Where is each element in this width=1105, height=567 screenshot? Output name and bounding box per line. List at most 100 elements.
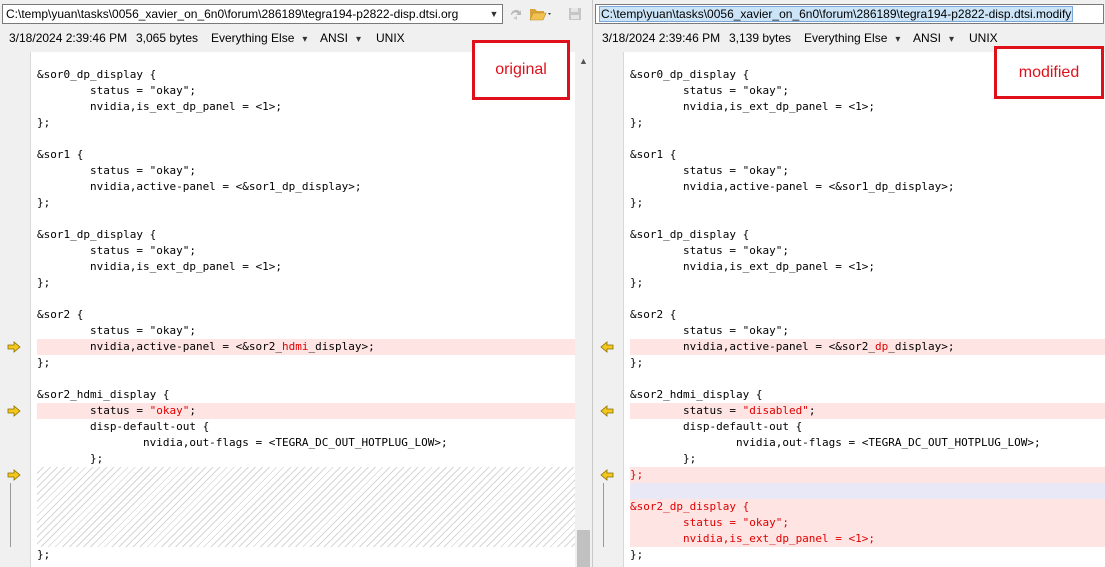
code-line: }; bbox=[37, 548, 51, 561]
code-line: }; bbox=[630, 356, 644, 369]
diff-line: status = "okay"; bbox=[630, 515, 1105, 531]
right-size: 3,139 bytes bbox=[729, 31, 792, 45]
left-editor[interactable]: &sor0_dp_display { status = "okay"; nvid… bbox=[0, 52, 575, 567]
left-date: 3/18/2024 2:39:46 PM bbox=[9, 31, 128, 45]
right-filter-dropdown[interactable]: Everything Else bbox=[804, 28, 900, 50]
open-folder-icon[interactable] bbox=[528, 5, 554, 23]
right-encoding-dropdown[interactable]: ANSI bbox=[913, 28, 954, 50]
code-line: status = "okay"; bbox=[630, 244, 789, 257]
missing-lines-placeholder bbox=[37, 467, 575, 547]
diff-arrow-icon[interactable] bbox=[600, 469, 614, 481]
code-line: nvidia,is_ext_dp_panel = <1>; bbox=[630, 100, 876, 113]
diff-line: &sor2_dp_display { bbox=[630, 499, 1105, 515]
diff-line: nvidia,is_ext_dp_panel = <1>; bbox=[630, 531, 1105, 547]
code-line: nvidia,is_ext_dp_panel = <1>; bbox=[37, 260, 283, 273]
right-editor[interactable]: &sor0_dp_display { status = "okay"; nvid… bbox=[593, 52, 1105, 567]
diff-arrow-icon[interactable] bbox=[600, 405, 614, 417]
modified-callout: modified bbox=[994, 46, 1104, 99]
left-gutter bbox=[0, 52, 31, 567]
left-encoding-dropdown[interactable]: ANSI bbox=[320, 28, 361, 50]
changed-text: dp bbox=[875, 340, 889, 353]
diff-line: status = "okay"; bbox=[37, 403, 575, 419]
left-file-pane: C:\temp\yuan\tasks\0056_xavier_on_6n0\fo… bbox=[0, 0, 592, 567]
chevron-down-icon[interactable]: ▼ bbox=[486, 5, 502, 23]
diff-arrow-icon[interactable] bbox=[7, 405, 21, 417]
code-line: nvidia,active-panel = <&sor1_dp_display>… bbox=[630, 180, 955, 193]
code-line: disp-default-out { bbox=[37, 420, 210, 433]
code-line: nvidia,out-flags = <TEGRA_DC_OUT_HOTPLUG… bbox=[630, 436, 1041, 449]
code-line: status = "okay"; bbox=[37, 324, 196, 337]
right-gutter bbox=[593, 52, 624, 567]
code-line: nvidia,out-flags = <TEGRA_DC_OUT_HOTPLUG… bbox=[37, 436, 448, 449]
code-line: &sor2 { bbox=[630, 308, 677, 321]
scroll-up-icon[interactable]: ▲ bbox=[575, 54, 592, 68]
right-path-combo[interactable]: C:\temp\yuan\tasks\0056_xavier_on_6n0\fo… bbox=[595, 4, 1104, 24]
code-line: status = "okay"; bbox=[630, 164, 789, 177]
code-line: &sor2 { bbox=[37, 308, 84, 321]
code-line: &sor1_dp_display { bbox=[630, 228, 750, 241]
code-line: }; bbox=[630, 116, 644, 129]
changed-text: "disabled" bbox=[742, 404, 809, 417]
code-line: status = "okay"; bbox=[37, 244, 196, 257]
changed-text: hdmi bbox=[282, 340, 309, 353]
code-line: nvidia,is_ext_dp_panel = <1>; bbox=[37, 100, 283, 113]
code-line: &sor1 { bbox=[630, 148, 677, 161]
diff-block-bracket bbox=[10, 483, 11, 547]
code-line: &sor2_hdmi_display { bbox=[630, 388, 763, 401]
right-date: 3/18/2024 2:39:46 PM bbox=[602, 31, 721, 45]
right-file-pane: C:\temp\yuan\tasks\0056_xavier_on_6n0\fo… bbox=[592, 0, 1105, 567]
right-eol[interactable]: UNIX bbox=[969, 28, 998, 48]
code-line: }; bbox=[630, 548, 644, 561]
right-info-bar: 3/18/2024 2:39:46 PM 3,139 bytes Everyth… bbox=[593, 28, 1105, 48]
save-icon[interactable] bbox=[566, 5, 584, 23]
diff-line: status = "disabled"; bbox=[630, 403, 1105, 419]
diff-line: }; bbox=[630, 467, 1105, 483]
diff-gap-line bbox=[630, 483, 1105, 499]
code-line: }; bbox=[37, 276, 51, 289]
diff-arrow-icon[interactable] bbox=[7, 341, 21, 353]
code-line: status = "okay"; bbox=[630, 324, 789, 337]
code-line: }; bbox=[630, 452, 697, 465]
code-line: &sor2_hdmi_display { bbox=[37, 388, 170, 401]
code-line: }; bbox=[37, 452, 104, 465]
original-callout: original bbox=[472, 40, 570, 100]
left-filter-dropdown[interactable]: Everything Else bbox=[211, 28, 307, 50]
code-line: }; bbox=[37, 116, 51, 129]
code-line: &sor1_dp_display { bbox=[37, 228, 157, 241]
left-path-text: C:\temp\yuan\tasks\0056_xavier_on_6n0\fo… bbox=[6, 7, 459, 21]
code-line: nvidia,is_ext_dp_panel = <1>; bbox=[630, 260, 876, 273]
left-size: 3,065 bytes bbox=[136, 31, 199, 45]
modified-callout-label: modified bbox=[1018, 63, 1080, 81]
left-scrollbar[interactable]: ▲ bbox=[575, 52, 592, 567]
code-line: }; bbox=[630, 196, 644, 209]
sync-icon[interactable] bbox=[507, 5, 525, 23]
code-line: }; bbox=[630, 276, 644, 289]
diff-line: nvidia,active-panel = <&sor2_hdmi_displa… bbox=[37, 339, 575, 355]
left-eol[interactable]: UNIX bbox=[376, 28, 405, 48]
code-line: disp-default-out { bbox=[630, 420, 803, 433]
left-path-combo[interactable]: C:\temp\yuan\tasks\0056_xavier_on_6n0\fo… bbox=[2, 4, 503, 24]
left-scroll-thumb[interactable] bbox=[577, 530, 590, 567]
right-path-text: C:\temp\yuan\tasks\0056_xavier_on_6n0\fo… bbox=[599, 6, 1074, 22]
code-line: nvidia,active-panel = <&sor1_dp_display>… bbox=[37, 180, 362, 193]
code-line: }; bbox=[37, 356, 51, 369]
code-line: &sor1 { bbox=[37, 148, 84, 161]
diff-block-bracket bbox=[603, 483, 604, 547]
diff-arrow-icon[interactable] bbox=[7, 469, 21, 481]
code-line: status = "okay"; bbox=[37, 164, 196, 177]
original-callout-label: original bbox=[495, 61, 547, 78]
left-code-area[interactable]: &sor0_dp_display { status = "okay"; nvid… bbox=[37, 52, 575, 567]
changed-text: "okay" bbox=[149, 404, 190, 417]
code-line: }; bbox=[37, 196, 51, 209]
right-code-area[interactable]: &sor0_dp_display { status = "okay"; nvid… bbox=[630, 52, 1105, 567]
diff-arrow-icon[interactable] bbox=[600, 341, 614, 353]
diff-line: nvidia,active-panel = <&sor2_dp_display>… bbox=[630, 339, 1105, 355]
